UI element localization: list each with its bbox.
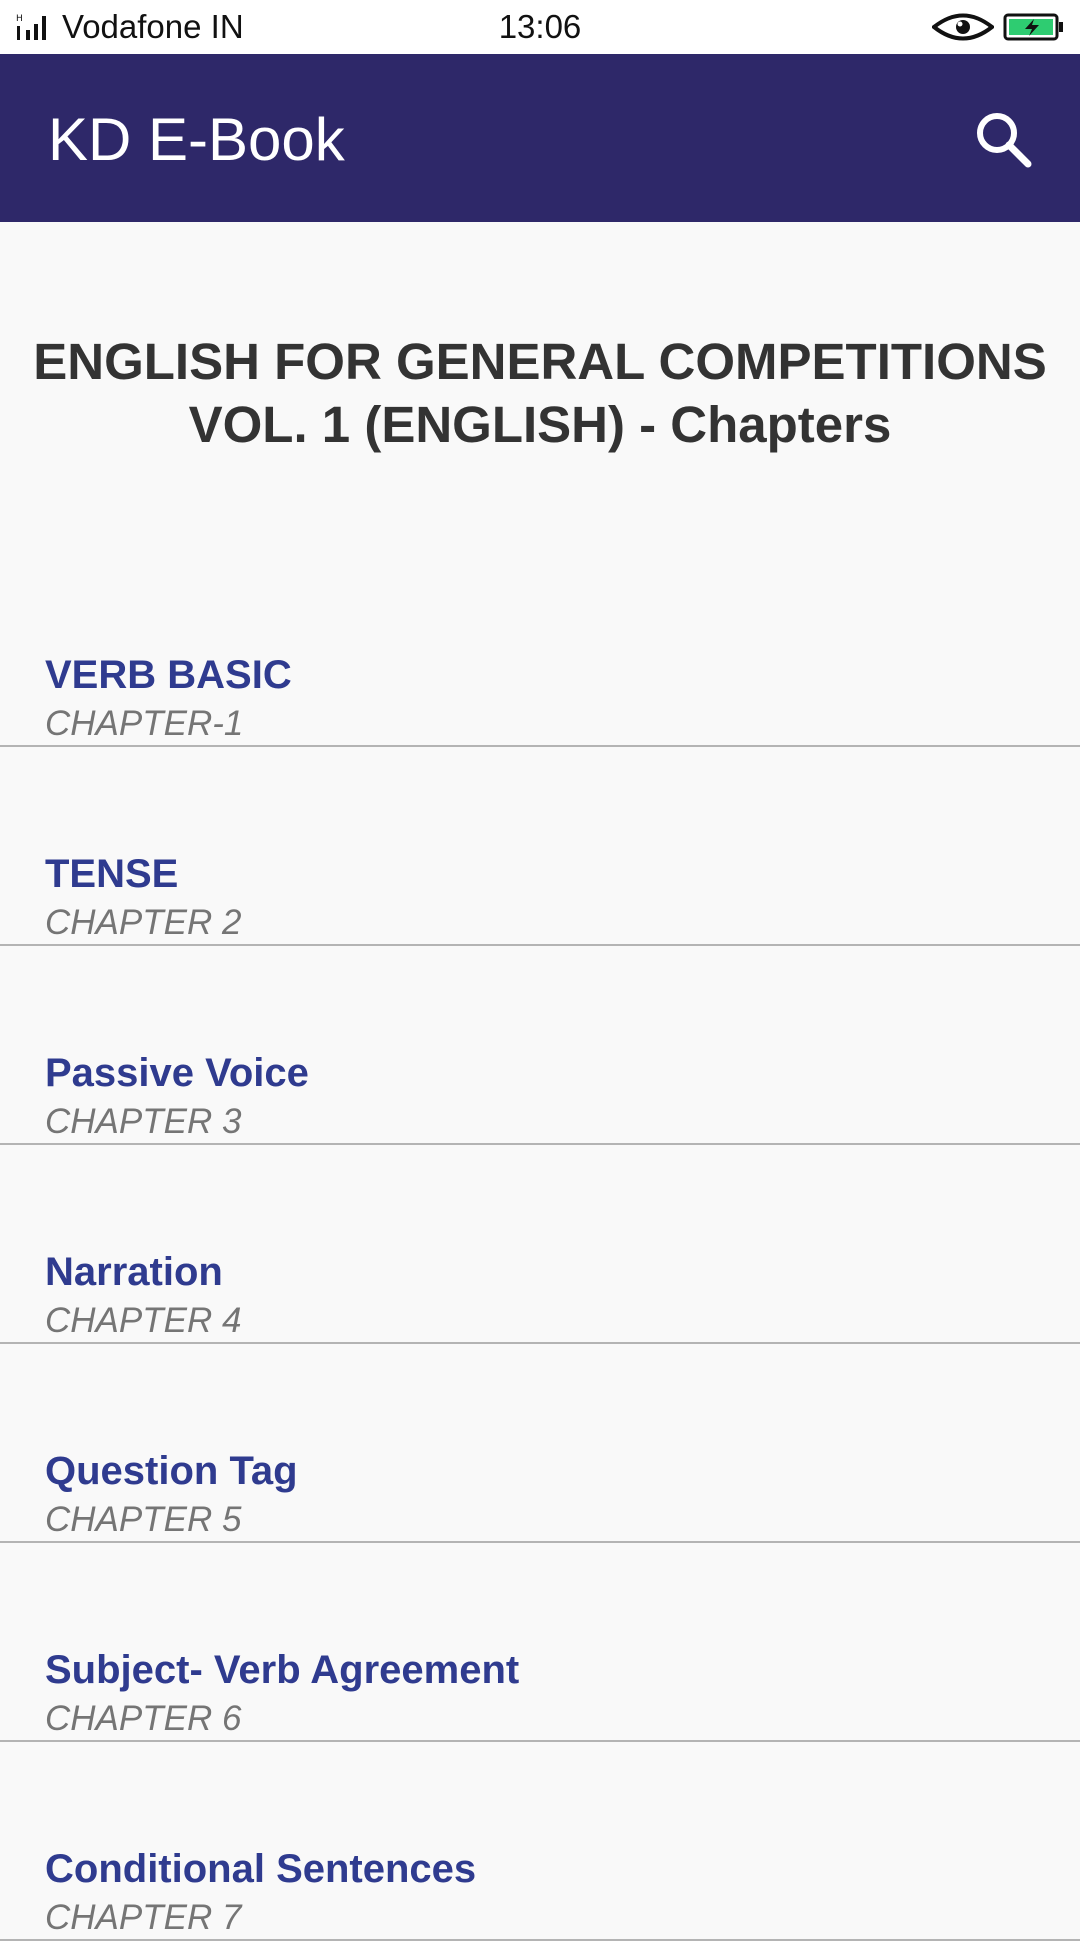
battery-charging-icon (1003, 13, 1063, 41)
chapter-item-1[interactable]: VERB BASIC CHAPTER-1 (0, 548, 1080, 747)
page-title: ENGLISH FOR GENERAL COMPETITIONS VOL. 1 … (20, 330, 1060, 456)
chapter-item-6[interactable]: Subject- Verb Agreement CHAPTER 6 (0, 1543, 1080, 1742)
chapter-number: CHAPTER 3 (45, 1102, 242, 1141)
chapter-item-7[interactable]: Conditional Sentences CHAPTER 7 (0, 1742, 1080, 1941)
chapter-title: VERB BASIC (45, 653, 292, 697)
clock-time: 13:06 (498, 8, 582, 45)
status-bar: H Vodafone IN 13:06 (0, 0, 1080, 54)
chapters-screen: ENGLISH FOR GENERAL COMPETITIONS VOL. 1 … (0, 222, 1080, 1941)
eye-icon (932, 13, 994, 41)
chapter-number: CHAPTER 6 (45, 1699, 242, 1738)
chapter-title: TENSE (45, 852, 179, 896)
search-button[interactable] (968, 104, 1040, 176)
chapter-item-3[interactable]: Passive Voice CHAPTER 3 (0, 946, 1080, 1145)
chapter-number: CHAPTER-1 (45, 704, 244, 743)
page-title-line-1: ENGLISH FOR GENERAL COMPETITIONS (33, 333, 1047, 390)
chapter-number: CHAPTER 4 (45, 1301, 242, 1340)
app-bar: KD E-Book (0, 54, 1080, 222)
chapter-title: Question Tag (45, 1449, 298, 1493)
chapter-number: CHAPTER 5 (45, 1500, 242, 1539)
chapter-item-5[interactable]: Question Tag CHAPTER 5 (0, 1344, 1080, 1543)
chapter-title: Narration (45, 1250, 223, 1294)
app-title: KD E-Book (48, 106, 345, 173)
chapter-number: CHAPTER 2 (45, 903, 242, 942)
page-title-line-2: VOL. 1 (ENGLISH) - Chapters (188, 396, 892, 453)
chapter-number: CHAPTER 7 (45, 1898, 242, 1937)
search-icon (977, 113, 1032, 168)
chapter-title: Subject- Verb Agreement (45, 1648, 520, 1692)
chapter-list: VERB BASIC CHAPTER-1 TENSE CHAPTER 2 Pas… (0, 548, 1080, 1941)
chapter-item-2[interactable]: TENSE CHAPTER 2 (0, 747, 1080, 946)
chapter-item-4[interactable]: Narration CHAPTER 4 (0, 1145, 1080, 1344)
chapter-title: Passive Voice (45, 1051, 309, 1095)
chapter-title: Conditional Sentences (45, 1847, 477, 1891)
